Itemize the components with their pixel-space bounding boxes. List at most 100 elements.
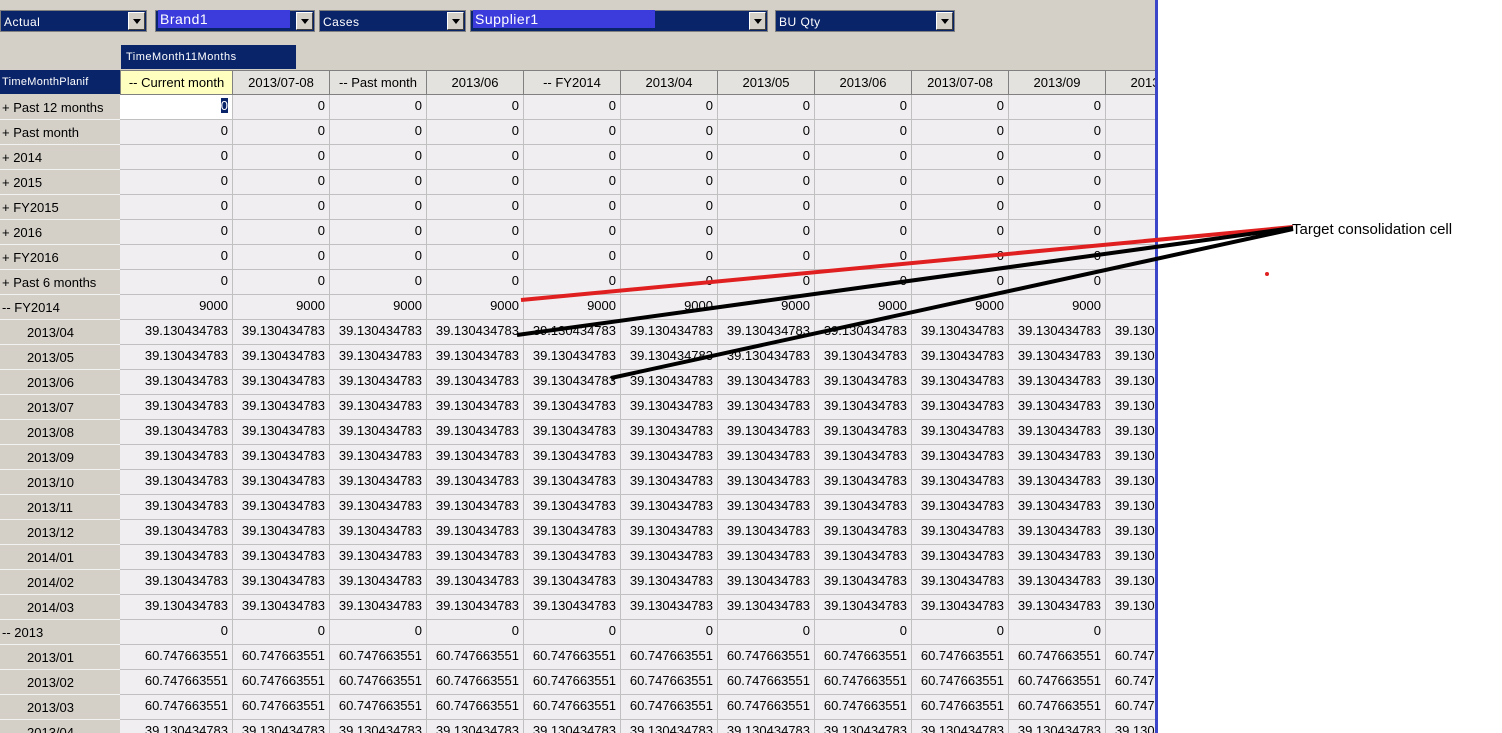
data-cell[interactable]: 60.747663551: [1009, 645, 1106, 670]
data-cell[interactable]: 39.130434783: [330, 720, 427, 733]
data-cell[interactable]: 39.130434783: [815, 545, 912, 570]
data-cell[interactable]: 39.130434783: [912, 345, 1009, 370]
data-cell[interactable]: 39.130434783: [912, 595, 1009, 620]
data-cell[interactable]: 0: [718, 120, 815, 145]
data-cell[interactable]: 39.130434783: [330, 595, 427, 620]
data-cell[interactable]: 39.130434783: [621, 595, 718, 620]
data-cell[interactable]: 39.130434783: [621, 370, 718, 395]
data-cell[interactable]: 39.130434783: [233, 395, 330, 420]
data-cell[interactable]: 39.130434783: [524, 370, 621, 395]
data-cell[interactable]: 60.747663551: [120, 695, 233, 720]
row-header[interactable]: 2013/01: [0, 645, 120, 670]
row-header[interactable]: 2013/12: [0, 520, 120, 545]
data-cell[interactable]: 39.130434783: [524, 445, 621, 470]
data-cell[interactable]: 0: [621, 195, 718, 220]
data-cell[interactable]: 39.130434783: [120, 320, 233, 345]
data-cell[interactable]: 39.130434783: [815, 520, 912, 545]
chevron-down-icon[interactable]: [447, 12, 464, 30]
data-cell[interactable]: [1106, 295, 1155, 320]
data-cell[interactable]: 0: [524, 95, 621, 120]
data-cell[interactable]: 39.130434783: [427, 395, 524, 420]
data-cell[interactable]: 39.130434783: [912, 495, 1009, 520]
data-cell[interactable]: 0: [427, 145, 524, 170]
data-cell[interactable]: 39.130434783: [912, 545, 1009, 570]
scenario-dropdown[interactable]: Actual: [0, 10, 147, 32]
data-cell[interactable]: 0: [524, 120, 621, 145]
data-cell[interactable]: 39.130434783: [815, 420, 912, 445]
data-cell[interactable]: 60.747663551: [621, 670, 718, 695]
data-cell[interactable]: 0: [330, 170, 427, 195]
data-cell[interactable]: 39.130434783: [1106, 595, 1155, 620]
data-cell[interactable]: 39.130434783: [815, 445, 912, 470]
data-cell[interactable]: 9000: [621, 295, 718, 320]
column-header[interactable]: 2013/05: [718, 70, 815, 95]
data-cell[interactable]: 39.130434783: [427, 720, 524, 733]
row-header[interactable]: 2013/03: [0, 695, 120, 720]
data-cell[interactable]: 0: [120, 245, 233, 270]
column-header[interactable]: 2013/09: [1009, 70, 1106, 95]
data-cell[interactable]: 39.130434783: [1106, 345, 1155, 370]
data-cell[interactable]: 39.130434783: [718, 495, 815, 520]
row-header[interactable]: + Past 12 months: [0, 95, 120, 120]
data-cell[interactable]: 0: [621, 95, 718, 120]
data-cell[interactable]: 39.130434783: [427, 520, 524, 545]
data-cell[interactable]: 39.130434783: [233, 495, 330, 520]
data-cell[interactable]: 39.130434783: [1106, 370, 1155, 395]
data-cell[interactable]: 39.130434783: [1009, 445, 1106, 470]
data-cell[interactable]: 39.130434783: [912, 420, 1009, 445]
data-cell[interactable]: 39.130434783: [1106, 420, 1155, 445]
data-cell[interactable]: 39.130434783: [1106, 570, 1155, 595]
row-header[interactable]: 2013/11: [0, 495, 120, 520]
data-cell[interactable]: 9000: [233, 295, 330, 320]
data-cell[interactable]: 0: [427, 245, 524, 270]
chevron-down-icon[interactable]: [749, 12, 766, 30]
data-cell[interactable]: 39.130434783: [718, 445, 815, 470]
column-header[interactable]: 2013/06: [427, 70, 524, 95]
data-cell[interactable]: 39.130434783: [233, 470, 330, 495]
data-cell[interactable]: 0: [427, 620, 524, 645]
data-cell[interactable]: 39.130434783: [233, 570, 330, 595]
data-cell[interactable]: 0: [912, 120, 1009, 145]
data-cell[interactable]: 39.130434783: [815, 470, 912, 495]
data-cell[interactable]: 0: [912, 245, 1009, 270]
data-cell[interactable]: 39.130434783: [524, 345, 621, 370]
data-cell[interactable]: 0: [330, 95, 427, 120]
data-cell[interactable]: 39.130434783: [524, 470, 621, 495]
data-cell[interactable]: 60.747663551: [1106, 670, 1155, 695]
data-cell[interactable]: 60.747663551: [120, 670, 233, 695]
data-cell[interactable]: 60.747663551: [233, 670, 330, 695]
data-cell[interactable]: 39.130434783: [427, 370, 524, 395]
chevron-down-icon[interactable]: [296, 12, 313, 30]
data-cell[interactable]: 0: [815, 220, 912, 245]
row-header[interactable]: 2014/01: [0, 545, 120, 570]
data-cell[interactable]: 0: [330, 195, 427, 220]
data-cell[interactable]: 39.130434783: [1009, 420, 1106, 445]
data-cell[interactable]: 39.130434783: [815, 345, 912, 370]
data-cell[interactable]: 39.130434783: [233, 420, 330, 445]
data-cell[interactable]: 39.130434783: [912, 445, 1009, 470]
data-cell[interactable]: [1106, 620, 1155, 645]
data-cell[interactable]: 0: [718, 95, 815, 120]
data-cell[interactable]: [1106, 195, 1155, 220]
data-cell[interactable]: 9000: [330, 295, 427, 320]
data-cell[interactable]: 0: [330, 245, 427, 270]
data-cell[interactable]: 0: [815, 195, 912, 220]
data-cell[interactable]: 0: [1009, 220, 1106, 245]
data-cell[interactable]: 0: [120, 220, 233, 245]
data-cell[interactable]: 0: [330, 620, 427, 645]
data-cell[interactable]: 60.747663551: [718, 695, 815, 720]
data-cell[interactable]: 39.130434783: [330, 370, 427, 395]
data-cell[interactable]: 39.130434783: [120, 420, 233, 445]
data-cell[interactable]: 39.130434783: [621, 445, 718, 470]
data-cell[interactable]: 60.747663551: [330, 695, 427, 720]
data-cell[interactable]: 39.130434783: [524, 570, 621, 595]
data-cell[interactable]: 39.130434783: [815, 395, 912, 420]
data-cell[interactable]: 0: [718, 220, 815, 245]
data-cell[interactable]: 60.747663551: [1009, 695, 1106, 720]
row-dimension-header[interactable]: TimeMonthPlanif: [0, 70, 120, 94]
data-cell[interactable]: 60.747663551: [1106, 695, 1155, 720]
data-cell[interactable]: 39.130434783: [1009, 395, 1106, 420]
data-cell[interactable]: 9000: [912, 295, 1009, 320]
data-cell[interactable]: 39.130434783: [718, 720, 815, 733]
data-cell[interactable]: 60.747663551: [427, 645, 524, 670]
